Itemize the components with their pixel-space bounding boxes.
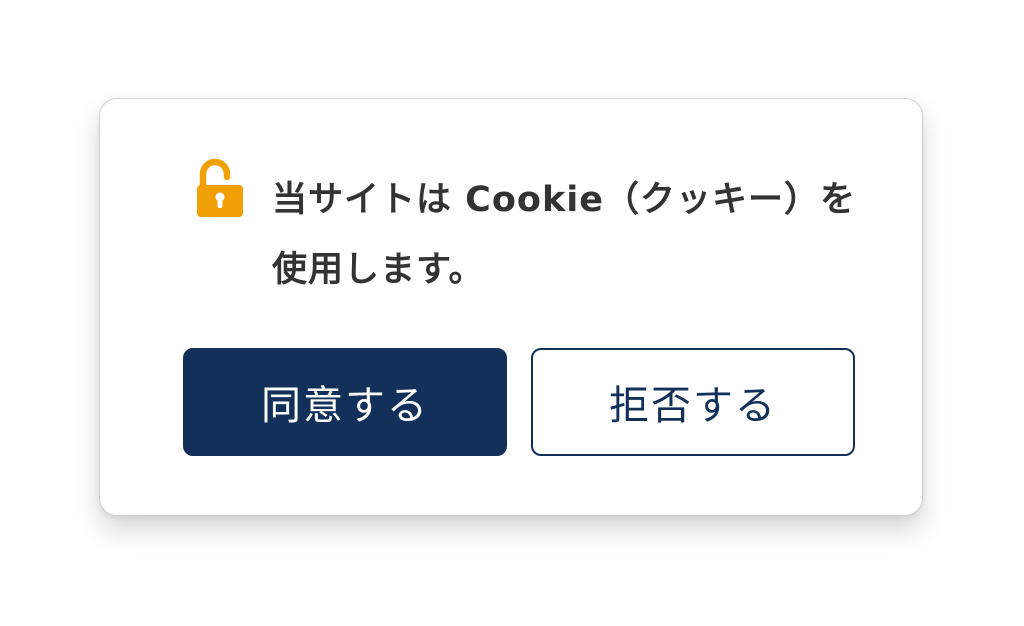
unlocked-padlock-icon [197,156,247,218]
reject-button[interactable]: 拒否する [531,348,855,456]
cookie-consent-dialog: 当サイトは Cookie（クッキー）を使用します。 同意する 拒否する [99,98,923,516]
cookie-message: 当サイトは Cookie（クッキー）を使用します。 [272,180,856,290]
accept-button[interactable]: 同意する [183,348,507,456]
